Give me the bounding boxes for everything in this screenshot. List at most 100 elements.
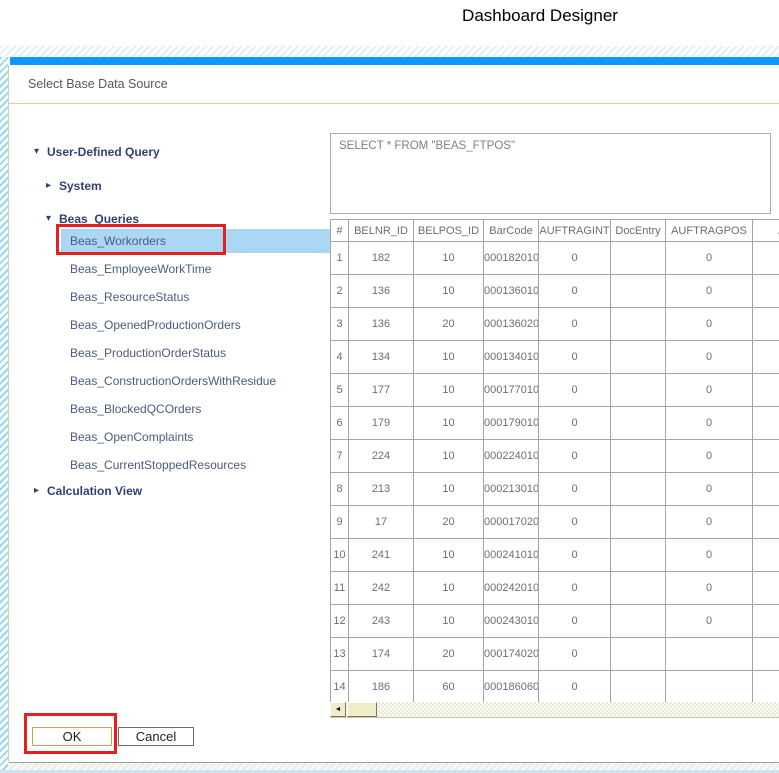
table-cell: 5	[331, 374, 349, 407]
table-cell: 000017020	[484, 506, 539, 539]
table-cell	[611, 374, 666, 407]
table-cell	[753, 242, 779, 275]
table-cell: 2	[331, 275, 349, 308]
chevron-down-icon[interactable]: ▾	[46, 211, 59, 227]
table-cell: 20	[414, 638, 484, 671]
table-cell: 0	[666, 407, 753, 440]
table-cell: 10	[414, 605, 484, 638]
table-cell: 0	[666, 572, 753, 605]
table-cell	[753, 539, 779, 572]
tree-item-label: Beas_CurrentStoppedResources	[70, 458, 246, 472]
chevron-right-icon[interactable]: ▸	[46, 178, 59, 194]
table-cell	[753, 572, 779, 605]
table-row[interactable]: 72241000022401000	[331, 440, 779, 473]
tree-item-label: System	[59, 179, 102, 193]
table-row[interactable]: 112421000024201000	[331, 572, 779, 605]
tree-item-label: Beas_BlockedQCOrders	[70, 402, 201, 416]
table-cell: 20	[414, 506, 484, 539]
tree-item-system[interactable]: ▸System	[46, 178, 102, 194]
table-row[interactable]: 9172000001702000	[331, 506, 779, 539]
table-row[interactable]: 102411000024101000	[331, 539, 779, 572]
table-cell: 243	[349, 605, 414, 638]
table-row[interactable]: 82131000021301000	[331, 473, 779, 506]
tree-item-beas-blockedqcorders[interactable]: Beas_BlockedQCOrders	[70, 401, 201, 417]
table-cell: 0	[539, 506, 611, 539]
tree-item-beas-resourcestatus[interactable]: Beas_ResourceStatus	[70, 289, 189, 305]
table-cell	[611, 605, 666, 638]
table-row[interactable]: 61791000017901000	[331, 407, 779, 440]
tree-item-calculation-view[interactable]: ▸Calculation View	[34, 483, 142, 499]
tree-item-label: Calculation View	[47, 484, 142, 498]
table-cell: 10	[414, 473, 484, 506]
sql-query-input[interactable]: SELECT * FROM "BEAS_FTPOS"	[330, 133, 771, 214]
table-row[interactable]: 21361000013601000	[331, 275, 779, 308]
table-cell	[666, 638, 753, 671]
table-cell: 179	[349, 407, 414, 440]
table-cell: 6	[331, 407, 349, 440]
table-cell: 0	[539, 242, 611, 275]
table-cell: 136	[349, 308, 414, 341]
table-cell	[611, 671, 666, 703]
column-header-barcode: BarCode	[484, 220, 539, 242]
table-cell: 0	[666, 473, 753, 506]
scroll-left-button[interactable]: ◄	[330, 702, 346, 717]
table-cell: 174	[349, 638, 414, 671]
table-cell: 10	[331, 539, 349, 572]
tree-item-label: Beas_OpenedProductionOrders	[70, 318, 241, 332]
table-cell: 10	[414, 539, 484, 572]
table-cell: 0	[539, 638, 611, 671]
table-cell: 10	[414, 242, 484, 275]
table-header-row: #BELNR_IDBELPOS_IDBarCodeAUFTRAGINTDocEn…	[331, 220, 779, 242]
table-cell: 182	[349, 242, 414, 275]
table-row[interactable]: 122431000024301000	[331, 605, 779, 638]
table-cell	[753, 671, 779, 703]
tree-item-beas-currentstoppedresources[interactable]: Beas_CurrentStoppedResources	[70, 457, 246, 473]
horizontal-scrollbar[interactable]: ◄	[330, 702, 779, 717]
table-cell	[611, 407, 666, 440]
table-row[interactable]: 51771000017701000	[331, 374, 779, 407]
results-grid: #BELNR_IDBELPOS_IDBarCodeAUFTRAGINTDocEn…	[330, 219, 779, 702]
tree-item-beas-opencomplaints[interactable]: Beas_OpenComplaints	[70, 429, 193, 445]
cancel-button[interactable]: Cancel	[118, 727, 194, 746]
table-cell: 10	[414, 572, 484, 605]
tree-item-beas-openedproductionorders[interactable]: Beas_OpenedProductionOrders	[70, 317, 241, 333]
chevron-down-icon[interactable]: ▾	[34, 144, 47, 160]
tree-item-beas-employeeworktime[interactable]: Beas_EmployeeWorkTime	[70, 261, 211, 277]
table-cell: 4	[331, 341, 349, 374]
table-cell: 10	[414, 341, 484, 374]
table-cell: 000136010	[484, 275, 539, 308]
table-row[interactable]: 13174200001740200	[331, 638, 779, 671]
table-cell: 0	[666, 539, 753, 572]
table-cell: 134	[349, 341, 414, 374]
table-row[interactable]: 41341000013401000	[331, 341, 779, 374]
table-cell: 000242010	[484, 572, 539, 605]
tree-item-beas-productionorderstatus[interactable]: Beas_ProductionOrderStatus	[70, 345, 226, 361]
table-cell: 000186060	[484, 671, 539, 703]
tree-item-beas-queries[interactable]: ▾Beas_Queries	[46, 211, 139, 227]
table-cell	[611, 473, 666, 506]
table-row[interactable]: 14186600001860600	[331, 671, 779, 703]
tree-item-user-defined-query[interactable]: ▾User-Defined Query	[34, 144, 160, 160]
column-header-auftragpos: AUFTRAGPOS	[666, 220, 753, 242]
table-cell: 0	[666, 275, 753, 308]
scroll-thumb[interactable]	[347, 702, 377, 717]
tree-item-label: Beas_ResourceStatus	[70, 290, 189, 304]
table-row[interactable]: 31362000013602000	[331, 308, 779, 341]
table-cell: 11	[331, 572, 349, 605]
chevron-right-icon[interactable]: ▸	[34, 483, 47, 499]
table-cell: 0	[539, 539, 611, 572]
tree-item-beas-constructionorderswithresidue[interactable]: Beas_ConstructionOrdersWithResidue	[70, 373, 276, 389]
table-cell: 0	[539, 572, 611, 605]
table-cell: 0	[666, 506, 753, 539]
table-cell: 000177010	[484, 374, 539, 407]
ok-button[interactable]: OK	[32, 727, 112, 746]
table-row[interactable]: 11821000018201000	[331, 242, 779, 275]
table-cell: 0	[666, 605, 753, 638]
tree-item-beas-workorders[interactable]: Beas_Workorders	[61, 229, 336, 253]
table-cell: 0	[666, 308, 753, 341]
column-header-belnr-id: BELNR_ID	[349, 220, 414, 242]
query-preview-table: #BELNR_IDBELPOS_IDBarCodeAUFTRAGINTDocEn…	[330, 219, 779, 702]
table-cell	[611, 539, 666, 572]
table-cell: 13	[331, 638, 349, 671]
column-header-belpos-id: BELPOS_ID	[414, 220, 484, 242]
